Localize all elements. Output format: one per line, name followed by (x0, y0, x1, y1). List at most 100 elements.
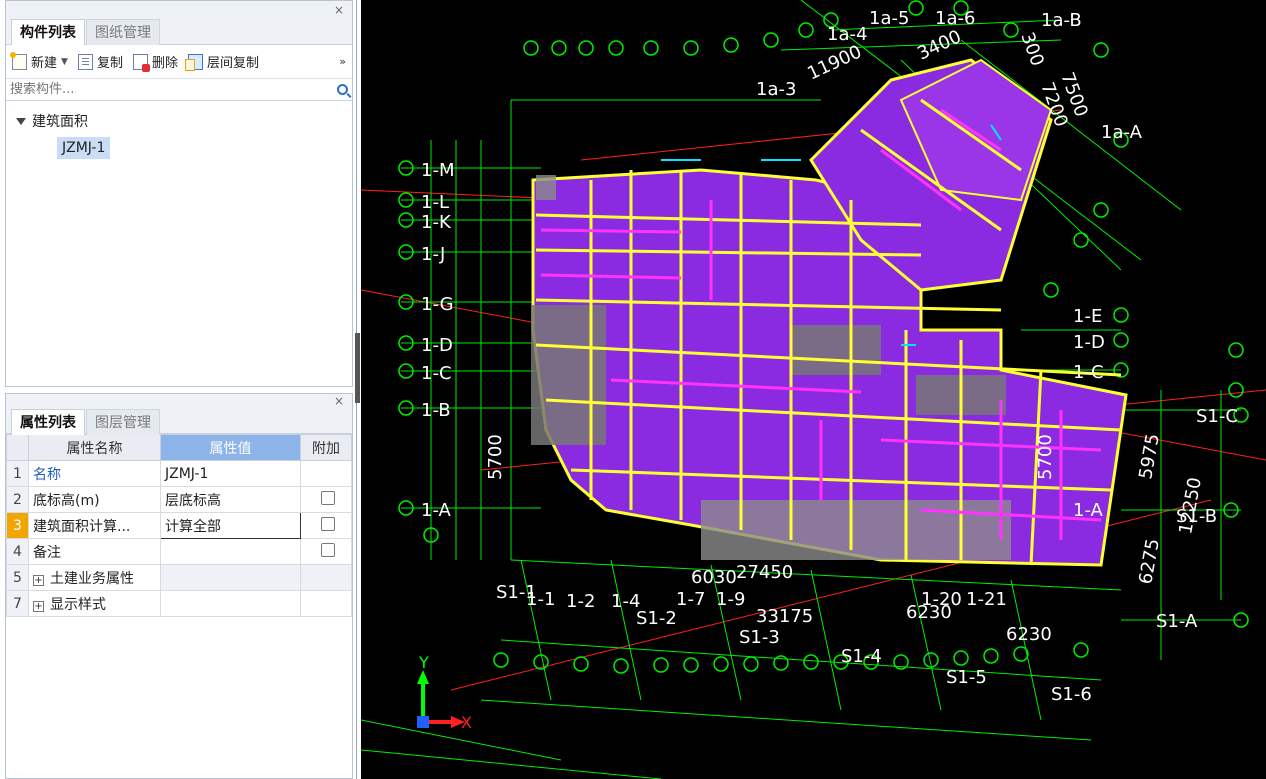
left-panel: × 构件列表 图纸管理 新建 ▼ 复制 删除 层间复制 » 搜索构件... 建筑… (0, 0, 357, 779)
axis-label: 1-9 (716, 589, 745, 610)
tab-property-list[interactable]: 属性列表 (11, 409, 85, 435)
table-row[interactable]: 7 + 显示样式 (6, 590, 352, 617)
property-tabbar: × 属性列表 图层管理 (6, 394, 352, 435)
new-button[interactable]: 新建 ▼ (10, 51, 68, 71)
row-number: 4 (6, 538, 29, 565)
axis-label: S1-5 (946, 667, 987, 688)
copy-button[interactable]: 复制 (77, 52, 123, 71)
property-name: 名称 (28, 460, 161, 487)
column-header-name[interactable]: 属性名称 (28, 434, 161, 461)
axis-label: 1-L (421, 192, 449, 213)
ucs-axis-indicator: Y X (417, 653, 472, 732)
tab-drawing-management[interactable]: 图纸管理 (86, 19, 160, 45)
axis-label: 1a-3 (756, 79, 796, 100)
table-row[interactable]: 1 名称 JZMJ-1 (6, 460, 352, 487)
cad-drawing[interactable]: 1-M 1-L 1-K 1-J 1-G 1-D 1-C 1-B 1-A 1a-5… (361, 0, 1266, 779)
dimension-label: 27450 (736, 562, 793, 583)
row-number: 2 (6, 486, 29, 513)
axis-label: S1-A (1156, 611, 1198, 632)
dimension-label: 300 (1016, 30, 1047, 69)
axis-label: S1-2 (636, 608, 677, 629)
axis-label: 1-C (421, 363, 452, 384)
property-extra (300, 512, 352, 539)
table-row[interactable]: 3 建筑面积计算... 计算全部 (6, 512, 352, 539)
property-value[interactable]: 层底标高 (160, 486, 301, 513)
extra-checkbox[interactable] (321, 490, 335, 505)
property-group-label: 土建业务属性 (50, 570, 134, 587)
property-table: 属性名称 属性值 附加 1 名称 JZMJ-1 2 底标高(m) 层底标高 3 … (6, 434, 352, 617)
row-number: 1 (6, 460, 29, 487)
tree-node-jzmj-1[interactable]: JZMJ-1 (57, 137, 111, 159)
column-header-extra[interactable]: 附加 (300, 434, 352, 461)
panel-splitter[interactable] (355, 333, 360, 403)
dimension-label: 6230 (1006, 624, 1052, 645)
property-extra (300, 486, 352, 513)
delete-button-label: 删除 (151, 56, 178, 71)
axis-label: 1-J (421, 244, 445, 265)
axis-label: 1a-5 (869, 8, 909, 29)
search-icon[interactable] (337, 84, 348, 95)
property-panel: × 属性列表 图层管理 属性名称 属性值 附加 1 名称 JZMJ-1 2 底标… (5, 393, 353, 779)
new-button-label: 新建 (31, 56, 58, 71)
extra-checkbox[interactable] (321, 542, 335, 557)
row-number: 5 (6, 564, 29, 591)
axis-label: 1-2 (566, 591, 595, 612)
dimension-label: 33175 (756, 606, 813, 627)
tab-layer-management[interactable]: 图层管理 (86, 409, 160, 435)
table-row[interactable]: 4 备注 (6, 538, 352, 565)
table-row[interactable]: 5 + 土建业务属性 (6, 564, 352, 591)
dimension-label: 5700 (485, 434, 506, 480)
collapse-triangle-icon[interactable] (16, 117, 26, 125)
property-name: 建筑面积计算... (28, 512, 161, 539)
axis-label: 1a-B (1041, 10, 1082, 31)
row-number: 3 (6, 512, 29, 539)
axis-label: 1-A (421, 500, 452, 521)
table-row[interactable]: 2 底标高(m) 层底标高 (6, 486, 352, 513)
floor-copy-button[interactable]: 层间复制 (184, 52, 259, 71)
property-extra (300, 460, 352, 487)
extra-checkbox[interactable] (321, 516, 335, 531)
property-value[interactable]: JZMJ-1 (160, 460, 301, 487)
floor-copy-button-label: 层间复制 (206, 56, 259, 71)
property-extra (300, 538, 352, 565)
component-list-panel: × 构件列表 图纸管理 新建 ▼ 复制 删除 层间复制 » 搜索构件... 建筑… (5, 0, 353, 387)
delete-button[interactable]: 删除 (132, 52, 178, 72)
property-name: 备注 (28, 538, 161, 565)
axis-label: S1-C (1196, 406, 1238, 427)
axis-label: 1-A (1073, 500, 1104, 521)
axis-label: 1-G (421, 294, 454, 315)
axis-label: S1-3 (739, 627, 780, 648)
property-value-editing[interactable]: 计算全部 (160, 512, 301, 539)
search-bar (6, 79, 352, 101)
axis-label: S1-4 (841, 646, 882, 667)
expand-icon[interactable]: + (33, 600, 44, 612)
tree-node-label: 建筑面积 (32, 114, 88, 130)
axis-label: 1-D (421, 335, 453, 356)
expand-icon[interactable]: + (33, 574, 44, 586)
tab-component-list[interactable]: 构件列表 (11, 19, 85, 45)
tree-node-building-area[interactable]: 建筑面积 (6, 109, 352, 133)
dimension-label: 6275 (1135, 537, 1164, 586)
property-extra (300, 590, 352, 617)
close-icon[interactable]: × (334, 394, 344, 408)
search-input[interactable] (10, 82, 337, 97)
property-value[interactable] (160, 538, 301, 565)
axis-label: 1a-A (1101, 122, 1143, 143)
property-value (160, 564, 301, 591)
more-icon[interactable]: » (339, 55, 346, 68)
property-name-group[interactable]: + 土建业务属性 (28, 564, 161, 591)
dimension-label: 6230 (906, 602, 952, 623)
component-tree: 建筑面积 JZMJ-1 (6, 101, 352, 159)
axis-label: S1-6 (1051, 684, 1092, 705)
dimension-label: 5975 (1135, 432, 1164, 481)
dimension-label: 5700 (1035, 434, 1056, 480)
cad-viewport[interactable]: 1-M 1-L 1-K 1-J 1-G 1-D 1-C 1-B 1-A 1a-5… (361, 0, 1266, 779)
chevron-down-icon[interactable]: ▼ (61, 57, 68, 67)
component-tabbar: × 构件列表 图纸管理 (6, 1, 352, 45)
column-header-value[interactable]: 属性值 (160, 434, 301, 461)
close-icon[interactable]: × (334, 3, 344, 17)
component-toolbar: 新建 ▼ 复制 删除 层间复制 » (6, 45, 352, 79)
property-name-group[interactable]: + 显示样式 (28, 590, 161, 617)
property-extra (300, 564, 352, 591)
new-icon (10, 51, 27, 70)
